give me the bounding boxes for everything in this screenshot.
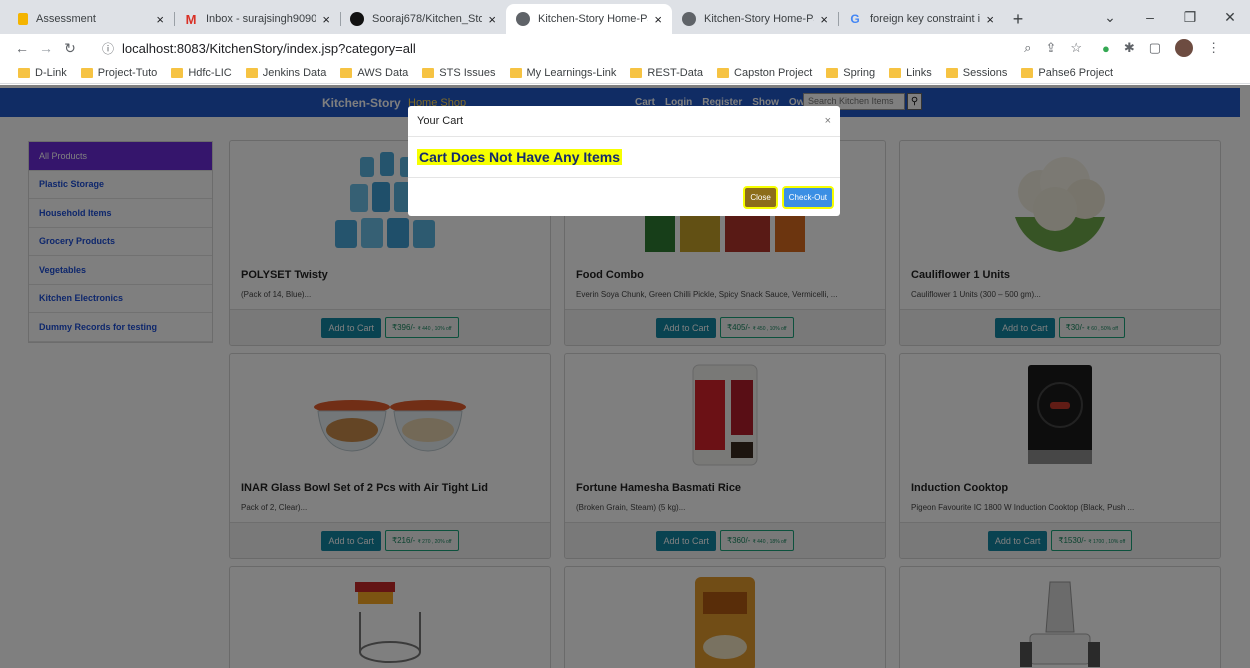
bookmark-item[interactable]: Capston Project [717, 67, 812, 79]
assessment-favicon-icon [18, 13, 28, 25]
share-icon[interactable]: ⇪ [1045, 40, 1056, 56]
folder-icon [826, 67, 839, 78]
minimize-icon[interactable]: – [1130, 9, 1170, 25]
close-tab-icon[interactable]: × [820, 12, 828, 27]
empty-cart-message: Cart Does Not Have Any Items [417, 149, 622, 165]
tab-github[interactable]: Sooraj678/Kitchen_Story: Pl × [340, 4, 506, 34]
zoom-icon[interactable]: ⌕ [1024, 40, 1031, 56]
tab-title: Kitchen-Story Home-Page [538, 13, 648, 25]
close-icon[interactable]: × [825, 115, 831, 127]
globe-icon [682, 12, 696, 26]
github-icon [350, 12, 364, 26]
browser-window: Assessment × M Inbox - surajsingh9090@gn… [0, 0, 1250, 668]
bookmark-item[interactable]: Pahse6 Project [1021, 67, 1113, 79]
globe-icon [516, 12, 530, 26]
tab-kitchen-story[interactable]: Kitchen-Story Home-Page × [672, 4, 838, 34]
forward-icon[interactable]: → [34, 40, 58, 56]
folder-icon [245, 67, 258, 78]
tab-title: Assessment [36, 13, 96, 25]
window-controls: ⌄ – ❐ ✕ [1090, 0, 1250, 34]
bookmark-item[interactable]: Links [889, 67, 932, 79]
close-tab-icon[interactable]: × [986, 12, 994, 27]
reload-icon[interactable]: ↻ [58, 40, 82, 57]
bookmark-item[interactable]: D-Link [18, 67, 67, 79]
modal-footer: Close Check-Out [408, 178, 840, 216]
folder-icon [422, 67, 435, 78]
cart-modal: Your Cart × Cart Does Not Have Any Items… [408, 106, 840, 216]
tab-title: Inbox - surajsingh9090@gn [206, 13, 317, 25]
tab-strip: Assessment × M Inbox - surajsingh9090@gn… [0, 0, 1250, 34]
bookmark-item[interactable]: Jenkins Data [245, 67, 326, 79]
folder-icon [18, 67, 30, 78]
puzzle-extensions-icon[interactable]: ✱ [1124, 40, 1135, 56]
tab-title: Kitchen-Story Home-Page [704, 13, 814, 25]
url-text: localhost:8083/KitchenStory/index.jsp?ca… [122, 40, 416, 56]
folder-icon [717, 67, 730, 78]
tab-search-icon[interactable]: ⌄ [1090, 9, 1130, 26]
modal-body: Cart Does Not Have Any Items [408, 137, 840, 178]
restore-icon[interactable]: ❐ [1170, 9, 1210, 26]
folder-icon [1021, 67, 1034, 78]
info-icon[interactable]: ⓘ [102, 40, 114, 57]
extension-icon[interactable]: ● [1102, 41, 1110, 56]
folder-icon [945, 67, 958, 78]
bookmark-item[interactable]: Project-Tuto [80, 67, 157, 79]
sidepanel-icon[interactable]: ▢ [1149, 40, 1161, 56]
bookmark-item[interactable]: Hdfc-LIC [171, 67, 232, 79]
bookmarks-bar: D-Link Project-Tuto Hdfc-LIC Jenkins Dat… [0, 62, 1250, 84]
bookmark-item[interactable]: AWS Data [340, 67, 408, 79]
menu-icon[interactable]: ⋮ [1207, 40, 1220, 56]
close-window-icon[interactable]: ✕ [1210, 9, 1250, 26]
tab-google-search[interactable]: G foreign key constraint in sq × [838, 4, 1004, 34]
gmail-icon: M [185, 11, 197, 27]
close-tab-icon[interactable]: × [156, 12, 164, 27]
checkout-button[interactable]: Check-Out [783, 187, 832, 207]
bookmark-item[interactable]: STS Issues [422, 67, 496, 79]
folder-icon [80, 67, 93, 78]
tab-assessment[interactable]: Assessment × [8, 4, 174, 34]
google-icon: G [850, 12, 860, 26]
tab-kitchen-story-active[interactable]: Kitchen-Story Home-Page × [506, 4, 672, 34]
folder-icon [630, 67, 643, 78]
address-bar[interactable]: ⓘ localhost:8083/KitchenStory/index.jsp?… [92, 36, 1092, 60]
page-viewport: Kitchen-Story Home Shop Cart Login Regis… [0, 85, 1250, 668]
close-tab-icon[interactable]: × [654, 12, 662, 27]
bookmark-star-icon[interactable]: ☆ [1070, 40, 1082, 56]
profile-avatar[interactable] [1175, 39, 1194, 57]
tab-title: foreign key constraint in sq [870, 13, 981, 25]
bookmark-item[interactable]: My Learnings-Link [509, 67, 616, 79]
modal-header: Your Cart × [408, 106, 840, 137]
close-tab-icon[interactable]: × [322, 12, 330, 27]
back-icon[interactable]: ← [10, 40, 34, 56]
folder-icon [171, 67, 184, 78]
close-tab-icon[interactable]: × [488, 12, 496, 27]
close-button[interactable]: Close [745, 187, 776, 207]
folder-icon [509, 67, 522, 78]
tab-title: Sooraj678/Kitchen_Story: Pl [372, 13, 483, 25]
browser-toolbar: ← → ↻ ⓘ localhost:8083/KitchenStory/inde… [0, 34, 1250, 62]
modal-title: Your Cart [417, 115, 464, 127]
folder-icon [889, 67, 902, 78]
new-tab-button[interactable]: + [1004, 4, 1032, 34]
bookmark-item[interactable]: Spring [826, 67, 875, 79]
bookmark-item[interactable]: Sessions [945, 67, 1007, 79]
tab-gmail[interactable]: M Inbox - surajsingh9090@gn × [174, 4, 340, 34]
bookmark-item[interactable]: REST-Data [630, 67, 703, 79]
folder-icon [340, 67, 353, 78]
